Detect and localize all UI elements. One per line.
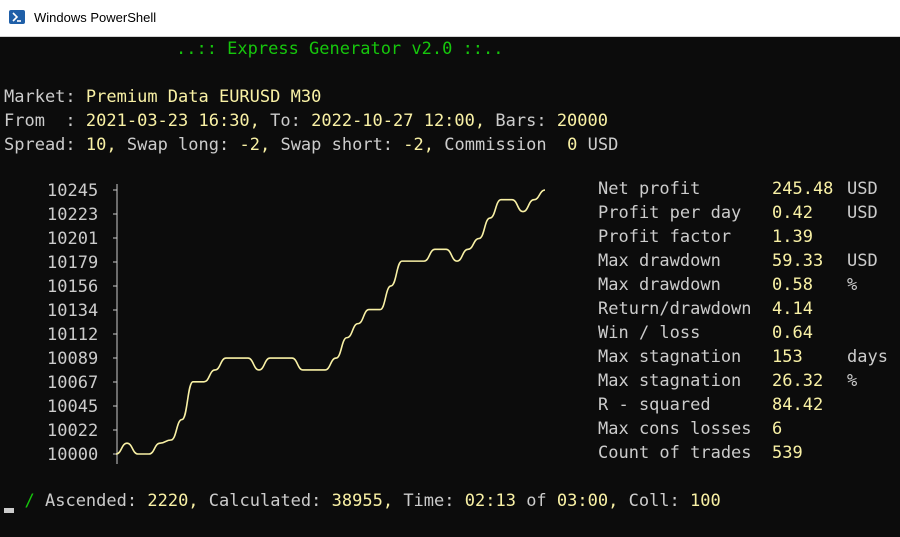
stat-value: 26.32 [772, 371, 824, 391]
y-tick-label: 10089 [47, 349, 98, 369]
calculated-label: Calculated: [208, 491, 322, 511]
y-tick-label: 10156 [47, 277, 98, 297]
y-tick-label: 10022 [47, 421, 98, 441]
stat-label: Max stagnation [598, 371, 742, 391]
stat-value: 59.33 [772, 251, 824, 271]
status-line: / Ascended: 2220, Calculated: 38955, Tim… [4, 491, 721, 511]
stat-value: 539 [772, 443, 803, 463]
ascended-label: Ascended: [44, 491, 138, 511]
stat-label: Max drawdown [598, 251, 721, 271]
stat-value: 0.58 [772, 275, 813, 295]
time-value: 02:13 [464, 491, 516, 511]
stat-value: 245.48 [772, 179, 834, 199]
y-tick-label: 10000 [47, 445, 98, 465]
coll-label: Coll: [628, 491, 680, 511]
stat-label: Max stagnation [598, 347, 742, 367]
stat-label: R - squared [598, 395, 711, 415]
stat-unit: days [847, 347, 888, 367]
y-tick-label: 10134 [47, 301, 98, 321]
stat-label: Profit factor [598, 227, 732, 247]
y-tick-label: 10045 [47, 397, 98, 417]
y-tick-label: 10067 [47, 373, 98, 393]
stat-value: 153 [772, 347, 803, 367]
stat-unit: USD [847, 179, 878, 199]
stat-unit: % [847, 275, 858, 295]
calculated-value: 38955, [331, 491, 394, 511]
stat-value: 1.39 [772, 227, 813, 247]
window-title: Windows PowerShell [34, 10, 157, 25]
time-limit: 03:00, [556, 491, 619, 511]
y-tick-label: 10245 [47, 181, 98, 201]
spinner: / [24, 491, 35, 511]
stat-unit: USD [847, 251, 878, 271]
stat-unit: % [847, 371, 858, 391]
powershell-icon [9, 10, 25, 24]
stat-value: 84.42 [772, 395, 824, 415]
stat-value: 4.14 [772, 299, 813, 319]
stat-value: 6 [772, 419, 783, 439]
console-area[interactable]: ..:: Express Generator v2.0 ::.. Market:… [0, 37, 900, 537]
coll-value: 100 [690, 491, 721, 511]
text-cursor [4, 508, 14, 513]
of-label: of [526, 491, 547, 511]
title-bar[interactable]: Windows PowerShell [0, 0, 900, 37]
time-label: Time: [403, 491, 455, 511]
stat-label: Count of trades [598, 443, 752, 463]
y-tick-label: 10201 [47, 229, 98, 249]
equity-line [115, 189, 546, 455]
equity-chart: 10245 10223 10201 10179 10156 10134 10112 10089… [47, 181, 546, 465]
stat-label: Win / loss [598, 323, 701, 343]
stat-value: 0.64 [772, 323, 813, 343]
y-tick-label: 10223 [47, 205, 98, 225]
y-tick-label: 10179 [47, 253, 98, 273]
stat-label: Return/drawdown [598, 299, 752, 319]
ascended-value: 2220, [147, 491, 199, 511]
stat-label: Net profit [598, 179, 701, 199]
stat-label: Max cons losses [598, 419, 752, 439]
stat-label: Max drawdown [598, 275, 721, 295]
stat-value: 0.42 [772, 203, 813, 223]
stat-label: Profit per day [598, 203, 742, 223]
powershell-window: Windows PowerShell ..:: Express Generato… [0, 0, 900, 537]
y-tick-label: 10112 [47, 325, 98, 345]
stat-unit: USD [847, 203, 878, 223]
